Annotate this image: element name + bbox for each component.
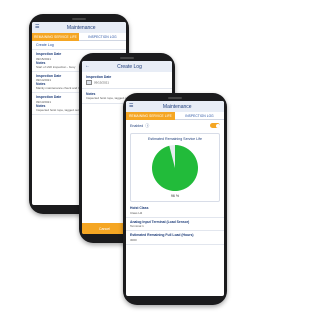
- phone2-appbar: ← Create Log: [82, 61, 172, 72]
- tab-inspection-log[interactable]: Inspection Log: [175, 112, 224, 120]
- inspection-date-label: Inspection Date: [86, 75, 112, 79]
- enabled-row: Enabled ⓘ: [126, 120, 224, 131]
- phone3-tabs: Remaining Service Life Inspection Log: [126, 112, 224, 120]
- tab-remaining-service-life[interactable]: Remaining Service Life: [126, 112, 175, 120]
- create-log-button[interactable]: Create Log: [32, 41, 126, 50]
- page-title: Create Log: [117, 63, 142, 70]
- page-title: Maintenance: [162, 103, 192, 110]
- page-title: Maintenance: [66, 24, 96, 31]
- field-row: Analog Input Terminal (Load Sensor) Term…: [126, 218, 224, 231]
- field-value: 3000: [130, 237, 137, 242]
- field-value: Class H4: [130, 210, 143, 215]
- tab-remaining-service-life[interactable]: Remaining Service Life: [32, 33, 79, 41]
- field-value: Terminal 1: [130, 224, 144, 228]
- phone1-tabs: Remaining Service Life Inspection Log: [32, 33, 126, 41]
- phone-remaining-service-life: ☰ Maintenance Remaining Service Life Ins…: [123, 93, 227, 305]
- info-icon[interactable]: ⓘ: [145, 123, 149, 128]
- phone3-appbar: ☰ Maintenance: [126, 101, 224, 112]
- field-row: Estimated Remaining Full Load (Hours) 30…: [126, 231, 224, 245]
- calendar-icon[interactable]: [86, 79, 92, 85]
- inspection-date-field[interactable]: 09/15/2021: [86, 79, 168, 85]
- field-row: Hoist Class Class H4: [126, 204, 224, 218]
- phone3-screen: ☰ Maintenance Remaining Service Life Ins…: [126, 101, 224, 296]
- field-label: Hoist Class: [130, 206, 149, 210]
- gauge-fill: [152, 145, 198, 191]
- enabled-toggle[interactable]: [210, 123, 220, 128]
- percent-label: 96 %: [170, 194, 180, 198]
- inspection-date-section: Inspection Date 09/15/2021: [82, 72, 172, 89]
- cancel-button[interactable]: Cancel: [82, 223, 127, 234]
- service-life-card: Estimated Remaining Service Life 96 %: [130, 133, 220, 202]
- field-label: Analog Input Terminal (Load Sensor): [130, 219, 190, 224]
- card-title: Estimated Remaining Service Life: [148, 137, 202, 141]
- phone1-appbar: ☰ Maintenance: [32, 22, 126, 33]
- service-life-gauge: [152, 145, 198, 191]
- inspection-date-value: 09/15/2021: [94, 79, 110, 84]
- field-label: Estimated Remaining Full Load (Hours): [130, 233, 194, 237]
- enabled-label: Enabled: [130, 123, 144, 128]
- tab-inspection-log[interactable]: Inspection Log: [79, 33, 126, 41]
